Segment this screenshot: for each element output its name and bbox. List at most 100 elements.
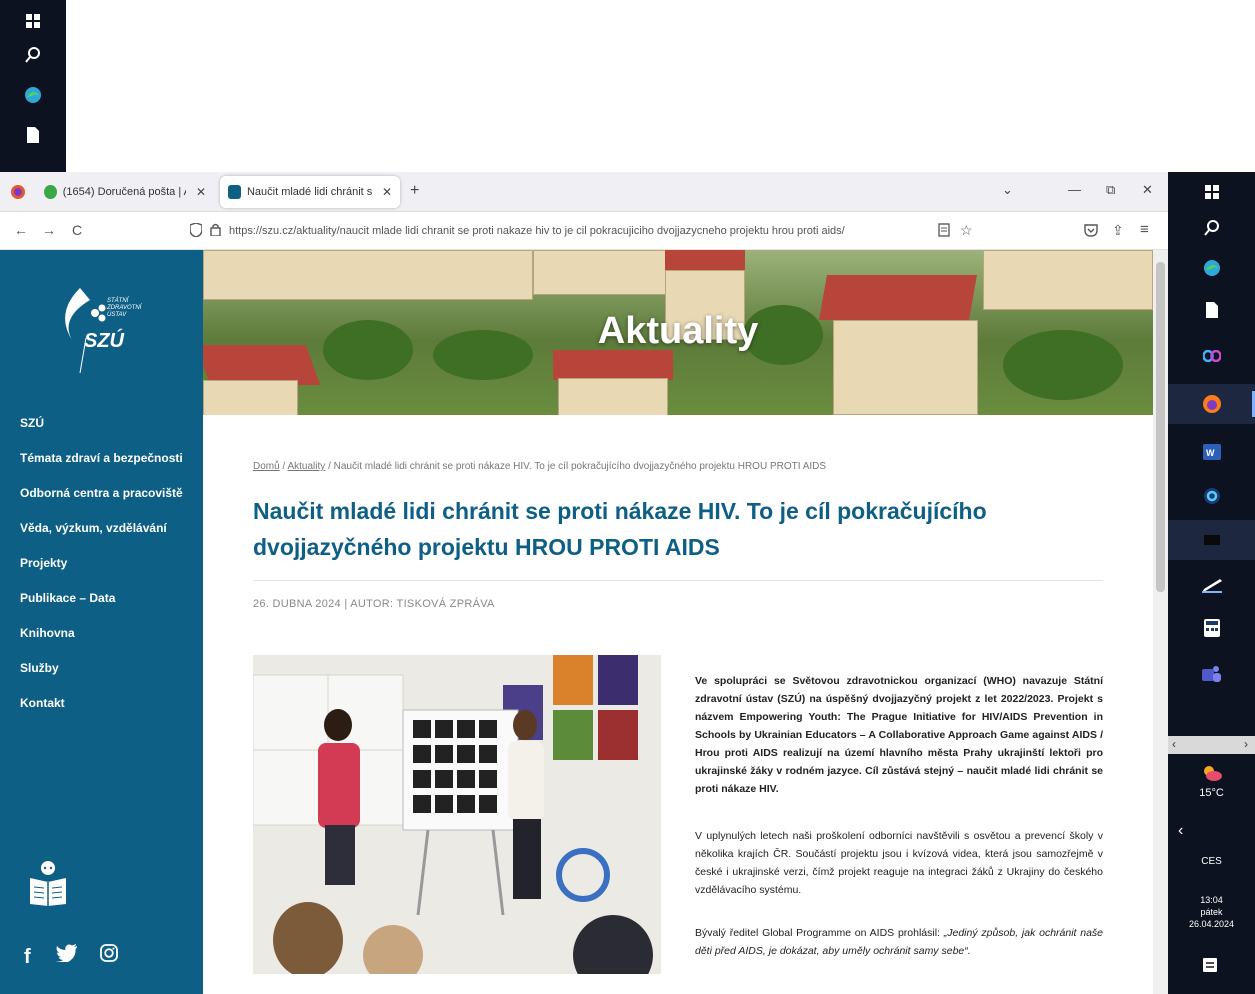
page-viewport: STÁTNÍ ZDRAVOTNÍ ÚSTAV SZÚ SZÚ Témata zd… bbox=[0, 250, 1168, 994]
article-title: Naučit mladé lidi chránit se proti nákaz… bbox=[253, 498, 987, 560]
svg-text:W: W bbox=[1206, 448, 1215, 458]
hero-building bbox=[203, 250, 533, 300]
tab-article[interactable]: Naučit mladé lidi chránit se pro ✕ bbox=[220, 176, 400, 208]
tab-label: Naučit mladé lidi chránit se pro bbox=[246, 186, 372, 198]
menu-item-kontakt[interactable]: Kontakt bbox=[20, 696, 65, 710]
pen-icon[interactable] bbox=[1168, 566, 1255, 606]
instagram-icon[interactable] bbox=[100, 944, 118, 968]
menu-item-sluzby[interactable]: Služby bbox=[20, 661, 59, 675]
firefox-menu-icon[interactable] bbox=[10, 184, 26, 205]
article-paragraph-3: Bývalý ředitel Global Programme on AIDS … bbox=[695, 924, 1103, 960]
quote-lead: Bývalý ředitel Global Programme on AIDS … bbox=[695, 927, 944, 939]
notification-icon[interactable] bbox=[1203, 958, 1217, 977]
bookmark-star-icon[interactable]: ☆ bbox=[960, 222, 973, 239]
twitter-icon[interactable] bbox=[56, 944, 78, 968]
forward-button[interactable]: → bbox=[42, 222, 56, 238]
hero-title: Aktuality bbox=[597, 310, 759, 352]
hero-building bbox=[558, 378, 668, 415]
clock[interactable]: 13:04 pátek 26.04.2024 bbox=[1168, 894, 1255, 930]
breadcrumb-section[interactable]: Aktuality bbox=[287, 461, 325, 472]
hero-roof bbox=[553, 350, 673, 380]
clock-time: 13:04 bbox=[1200, 895, 1223, 905]
scrollbar-thumb[interactable] bbox=[1156, 262, 1165, 592]
menu-item-projekty[interactable]: Projekty bbox=[20, 556, 67, 570]
file-icon[interactable] bbox=[0, 116, 66, 154]
scroll-left-arrow[interactable]: ‹ bbox=[1172, 737, 1176, 751]
article-photo[interactable] bbox=[253, 655, 661, 974]
tab-label: (1654) Doručená pošta | Acko | bbox=[62, 186, 186, 198]
windows-icon[interactable] bbox=[0, 2, 66, 40]
menu-item-szu[interactable]: SZÚ bbox=[20, 416, 44, 430]
restore-button[interactable]: ⧉ bbox=[1106, 182, 1115, 198]
logo-subtext: STÁTNÍ ZDRAVOTNÍ ÚSTAV bbox=[107, 298, 142, 318]
tab-close-icon[interactable]: ✕ bbox=[382, 185, 392, 199]
list-tabs-button[interactable]: ⌄ bbox=[1002, 182, 1013, 198]
tab-mail[interactable]: (1654) Doručená pošta | Acko | ✕ bbox=[36, 176, 214, 208]
calculator-icon[interactable] bbox=[1168, 608, 1255, 648]
browser-window: (1654) Doručená pošta | Acko | ✕ Naučit … bbox=[0, 172, 1168, 994]
mini-taskbar bbox=[0, 0, 66, 172]
edge-dev-icon[interactable] bbox=[1168, 476, 1255, 516]
shield-icon[interactable] bbox=[189, 221, 203, 240]
breadcrumb-separator: / bbox=[282, 461, 286, 472]
taskbar-scroller[interactable]: ‹ › bbox=[1168, 736, 1255, 754]
teams-icon[interactable] bbox=[1168, 654, 1255, 694]
logo-text: SZÚ bbox=[84, 330, 124, 352]
hero-building bbox=[983, 250, 1153, 310]
weather-temp: 15°C bbox=[1199, 787, 1224, 799]
clock-date: 26.04.2024 bbox=[1188, 919, 1235, 929]
article-content: Domů / Aktuality / Naučit mladé lidi chr… bbox=[203, 415, 1153, 994]
word-icon[interactable]: W bbox=[1168, 432, 1255, 472]
szu-favicon bbox=[228, 185, 241, 199]
menu-item-knihovna[interactable]: Knihovna bbox=[20, 626, 75, 640]
minimize-button[interactable]: — bbox=[1068, 182, 1081, 197]
reader-view-icon[interactable] bbox=[938, 223, 950, 240]
back-button[interactable]: ← bbox=[14, 222, 28, 238]
navigation-bar: ← → C https://szu.cz/aktuality/naucit ml… bbox=[0, 212, 1168, 250]
search-icon[interactable] bbox=[1168, 208, 1255, 248]
breadcrumb-separator: / bbox=[328, 461, 331, 472]
easy-read-icon[interactable] bbox=[28, 860, 68, 915]
copilot-icon[interactable] bbox=[1168, 336, 1255, 376]
firefox-icon[interactable] bbox=[1168, 384, 1255, 424]
menu-item-temata[interactable]: Témata zdraví a bezpečnosti bbox=[20, 451, 183, 465]
hero-banner: Aktuality bbox=[203, 250, 1153, 415]
menu-icon[interactable]: ≡ bbox=[1140, 221, 1149, 238]
reload-button[interactable]: C bbox=[72, 222, 82, 238]
windows-icon[interactable] bbox=[1168, 172, 1255, 212]
facebook-icon[interactable]: f bbox=[24, 946, 31, 969]
url-text[interactable]: https://szu.cz/aktuality/naucit mlade li… bbox=[229, 225, 889, 237]
site-sidebar: STÁTNÍ ZDRAVOTNÍ ÚSTAV SZÚ SZÚ Témata zd… bbox=[0, 250, 203, 994]
pocket-icon[interactable] bbox=[1084, 223, 1098, 242]
weather-widget[interactable]: 15°C bbox=[1168, 764, 1255, 799]
menu-item-odborna-centra[interactable]: Odborná centra a pracoviště bbox=[20, 486, 183, 500]
edge-icon[interactable] bbox=[1168, 248, 1255, 288]
page-scrollbar[interactable] bbox=[1153, 250, 1168, 994]
breadcrumb-home[interactable]: Domů bbox=[253, 461, 280, 472]
mail-icon bbox=[44, 185, 57, 199]
show-hidden-icons-chevron[interactable]: ‹ bbox=[1178, 822, 1183, 840]
article-paragraph-1: Ve spolupráci se Světovou zdravotnickou … bbox=[695, 675, 1103, 795]
edge-icon[interactable] bbox=[0, 76, 66, 114]
tab-close-icon[interactable]: ✕ bbox=[196, 185, 206, 199]
scroll-right-arrow[interactable]: › bbox=[1244, 737, 1248, 751]
search-icon[interactable] bbox=[0, 36, 66, 74]
breadcrumb: Domů / Aktuality / Naučit mladé lidi chr… bbox=[253, 461, 826, 472]
new-tab-button[interactable]: + bbox=[410, 182, 419, 200]
file-icon[interactable] bbox=[1168, 290, 1255, 330]
clock-day: pátek bbox=[1200, 907, 1223, 917]
share-icon[interactable]: ⇪ bbox=[1112, 222, 1124, 239]
app-icon[interactable] bbox=[1168, 520, 1255, 560]
lock-icon[interactable] bbox=[210, 223, 221, 239]
weather-icon bbox=[1203, 766, 1222, 781]
hero-building bbox=[203, 380, 298, 415]
language-indicator[interactable]: CES bbox=[1168, 856, 1255, 867]
szu-logo[interactable]: STÁTNÍ ZDRAVOTNÍ ÚSTAV SZÚ bbox=[50, 278, 160, 378]
url-bar[interactable]: https://szu.cz/aktuality/naucit mlade li… bbox=[189, 217, 980, 245]
menu-item-publikace[interactable]: Publikace – Data bbox=[20, 591, 115, 605]
right-taskbar: W ‹ › 15°C ‹ CES 13:04 pátek 26.04.2024 bbox=[1168, 172, 1255, 994]
breadcrumb-current: Naučit mladé lidi chránit se proti nákaz… bbox=[333, 461, 827, 472]
article-meta: 26. DUBNA 2024 | AUTOR: TISKOVÁ ZPRÁVA bbox=[253, 598, 495, 610]
close-button[interactable]: ✕ bbox=[1142, 182, 1153, 198]
menu-item-veda[interactable]: Věda, výzkum, vzdělávání bbox=[20, 521, 167, 535]
